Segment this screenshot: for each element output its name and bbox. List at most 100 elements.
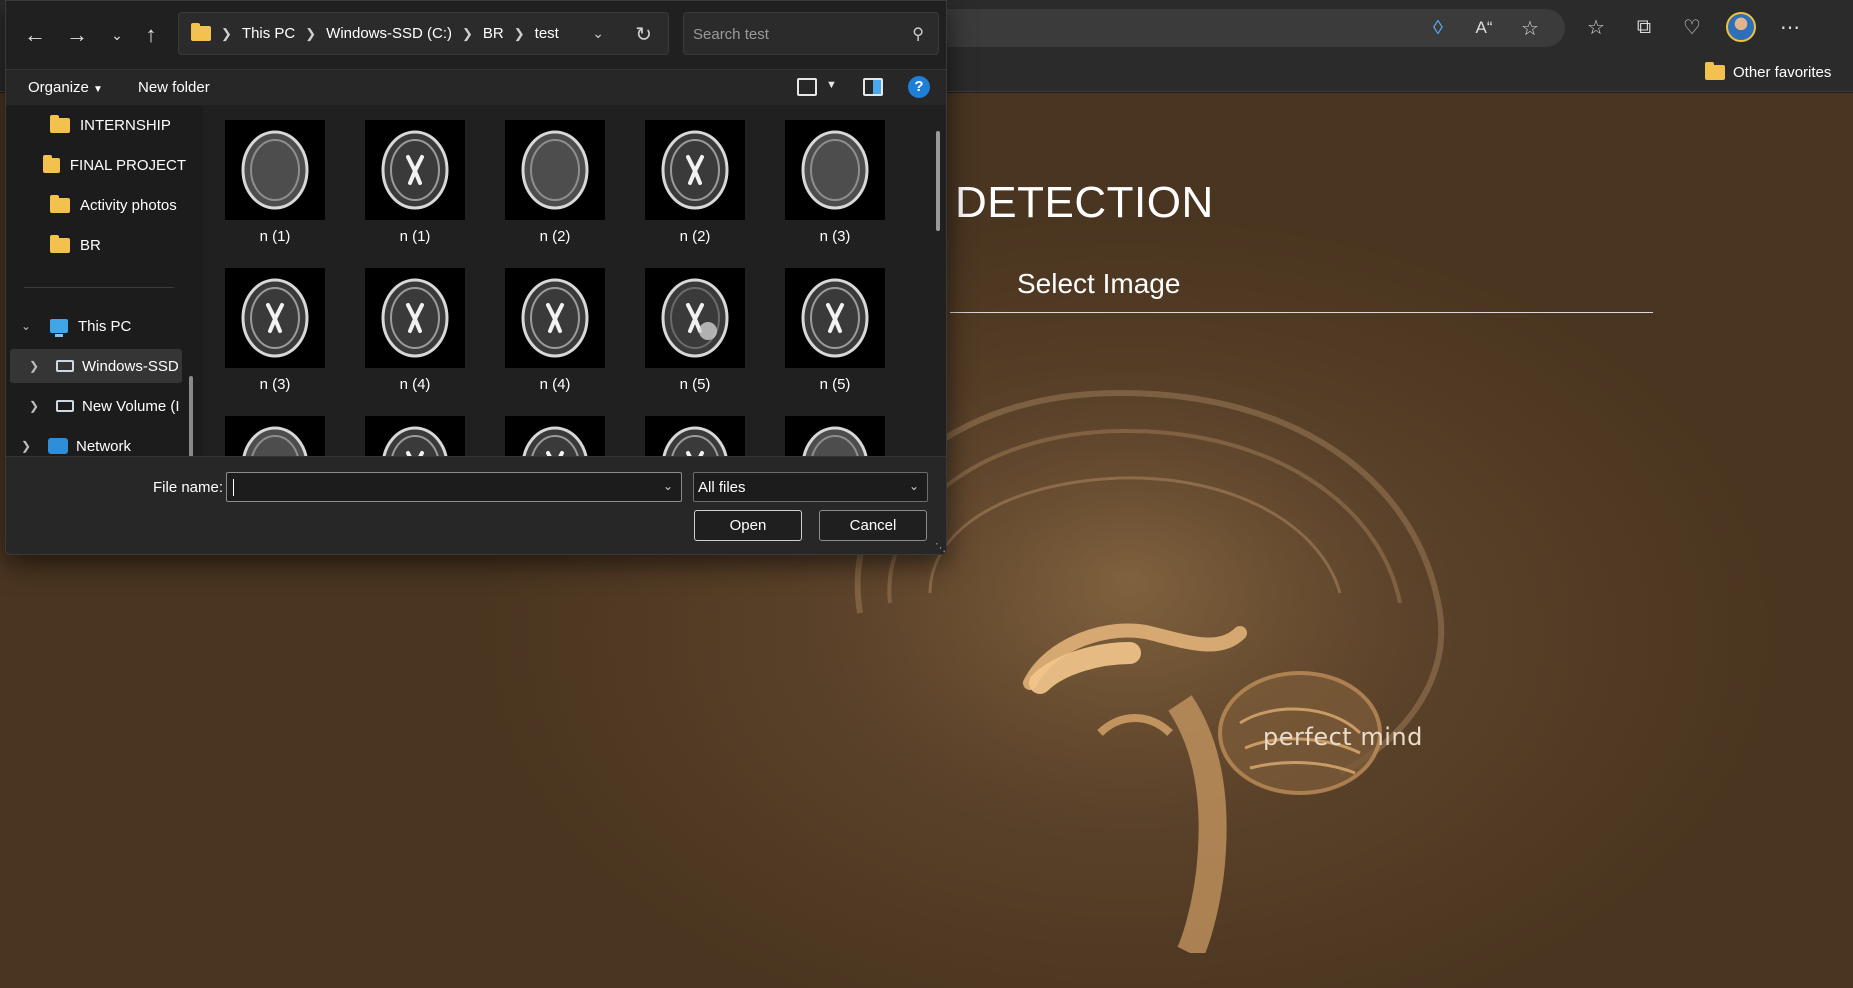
brain-scan-icon: [522, 426, 588, 456]
browser-essentials-icon[interactable]: ♡: [1678, 13, 1706, 41]
nav-item-new-volume[interactable]: ❯ New Volume (I: [6, 389, 186, 423]
mri-thumbnail: [785, 268, 885, 368]
command-bar: Organize ▼ New folder ▼ ?: [6, 69, 946, 105]
breadcrumb-item-br[interactable]: BR: [483, 25, 504, 42]
file-tile[interactable]: n (1): [212, 106, 338, 246]
forward-button[interactable]: →: [62, 20, 92, 50]
chevron-right-icon: ❯: [305, 25, 317, 41]
file-grid-scrollbar[interactable]: [936, 131, 940, 231]
search-input[interactable]: [693, 23, 893, 45]
tag-icon[interactable]: ◊: [1424, 14, 1452, 42]
file-name-label: n (3): [259, 376, 291, 393]
add-favorite-icon[interactable]: ☆: [1516, 14, 1544, 42]
mri-thumbnail: [505, 416, 605, 456]
file-name-input[interactable]: ⌄: [226, 472, 682, 502]
chevron-down-icon[interactable]: ⌄: [592, 25, 604, 42]
file-name-label: n (5): [819, 376, 851, 393]
nav-scrollbar[interactable]: [189, 376, 193, 456]
file-name-label: n (5): [679, 376, 711, 393]
nav-item-label: Activity photos: [80, 196, 177, 214]
chevron-right-icon: ❯: [221, 25, 232, 41]
profile-avatar[interactable]: [1726, 12, 1756, 42]
file-name-label: n (1): [259, 228, 291, 245]
preview-pane-icon[interactable]: [863, 78, 883, 96]
refresh-icon[interactable]: ↻: [635, 22, 652, 47]
brain-scan-icon: [521, 130, 589, 210]
folder-icon: [50, 194, 70, 213]
chevron-right-icon: ❯: [462, 25, 473, 41]
organize-label: Organize: [28, 79, 89, 96]
nav-item-final-project[interactable]: FINAL PROJECT: [6, 148, 186, 182]
brain-scan-icon: [801, 278, 869, 358]
file-tile[interactable]: [632, 402, 758, 456]
file-name-label: n (2): [679, 228, 711, 245]
nav-item-internship[interactable]: INTERNSHIP: [6, 108, 186, 142]
file-tile[interactable]: n (3): [212, 254, 338, 394]
file-tile[interactable]: n (3): [772, 106, 898, 246]
select-image-button[interactable]: Select Image: [1017, 268, 1180, 300]
chevron-right-icon[interactable]: ❯: [20, 439, 32, 453]
nav-item-this-pc[interactable]: ⌄ This PC: [6, 309, 186, 343]
mri-thumbnail: [505, 268, 605, 368]
new-folder-button[interactable]: New folder: [138, 79, 210, 96]
more-icon[interactable]: ⋯: [1776, 13, 1804, 41]
nav-item-br[interactable]: BR: [6, 228, 186, 262]
cancel-button[interactable]: Cancel: [819, 510, 927, 541]
breadcrumb-item-this-pc[interactable]: This PC: [242, 25, 295, 42]
chevron-down-icon[interactable]: ⌄: [20, 319, 32, 333]
browser-tool-icons: ☆ ⧉ ♡ ⋯: [1582, 12, 1804, 42]
collections-icon[interactable]: ⧉: [1630, 13, 1658, 41]
drive-icon: [56, 360, 74, 372]
chevron-right-icon: ❯: [513, 25, 525, 41]
folder-icon: [50, 234, 70, 253]
brain-scan-icon: [801, 130, 869, 210]
file-tile[interactable]: [212, 402, 338, 456]
folder-icon: [1705, 62, 1725, 80]
mri-thumbnail: [365, 120, 465, 220]
file-type-select[interactable]: All files ⌄: [693, 472, 928, 502]
file-tile[interactable]: n (5): [632, 254, 758, 394]
pc-icon: [50, 319, 68, 337]
file-tile[interactable]: n (4): [492, 254, 618, 394]
favorites-icon[interactable]: ☆: [1582, 13, 1610, 41]
file-tile[interactable]: [492, 402, 618, 456]
breadcrumb-item-test[interactable]: test: [535, 25, 559, 42]
breadcrumb[interactable]: ❯ This PC ❯ Windows-SSD (C:) ❯ BR ❯ test…: [178, 12, 669, 55]
brain-scan-icon: [381, 278, 449, 358]
organize-button[interactable]: Organize ▼: [28, 79, 103, 96]
chevron-down-icon[interactable]: ▼: [826, 79, 837, 91]
file-tile[interactable]: n (1): [352, 106, 478, 246]
resize-grip-icon[interactable]: ⋱: [935, 541, 946, 554]
up-button[interactable]: ↑: [136, 20, 166, 50]
brain-scan-icon: [382, 426, 448, 456]
file-tile[interactable]: [352, 402, 478, 456]
file-tile[interactable]: n (2): [632, 106, 758, 246]
open-button[interactable]: Open: [694, 510, 802, 541]
page-heading: DETECTION: [955, 178, 1214, 227]
chevron-right-icon[interactable]: ❯: [28, 359, 40, 373]
file-tile[interactable]: [772, 402, 898, 456]
brain-caption: perfect mind: [1263, 723, 1423, 751]
mri-thumbnail: [365, 268, 465, 368]
chevron-down-icon[interactable]: ⌄: [663, 479, 673, 493]
recent-locations-button[interactable]: ⌄: [102, 20, 132, 50]
other-favorites-button[interactable]: Other favorites: [1705, 62, 1831, 81]
nav-item-network[interactable]: ❯ Network: [6, 429, 186, 456]
brain-scan-icon: [661, 130, 729, 210]
search-box: ⚲: [683, 12, 939, 55]
back-button[interactable]: ←: [20, 20, 50, 50]
nav-item-activity-photos[interactable]: Activity photos: [6, 188, 186, 222]
nav-item-label: Windows-SSD: [82, 357, 179, 375]
navigation-pane: INTERNSHIP FINAL PROJECT Activity photos…: [6, 106, 203, 456]
chevron-right-icon[interactable]: ❯: [28, 399, 40, 413]
nav-item-windows-ssd[interactable]: ❯ Windows-SSD: [10, 349, 182, 383]
view-icon[interactable]: [797, 78, 817, 96]
read-aloud-icon[interactable]: A“: [1470, 14, 1498, 42]
file-open-dialog: ← → ⌄ ↑ ❯ This PC ❯ Windows-SSD (C:) ❯ B…: [5, 0, 947, 555]
search-icon[interactable]: ⚲: [912, 24, 924, 44]
file-tile[interactable]: n (4): [352, 254, 478, 394]
file-tile[interactable]: n (5): [772, 254, 898, 394]
file-tile[interactable]: n (2): [492, 106, 618, 246]
breadcrumb-item-drive[interactable]: Windows-SSD (C:): [326, 25, 452, 42]
help-icon[interactable]: ?: [908, 76, 930, 98]
